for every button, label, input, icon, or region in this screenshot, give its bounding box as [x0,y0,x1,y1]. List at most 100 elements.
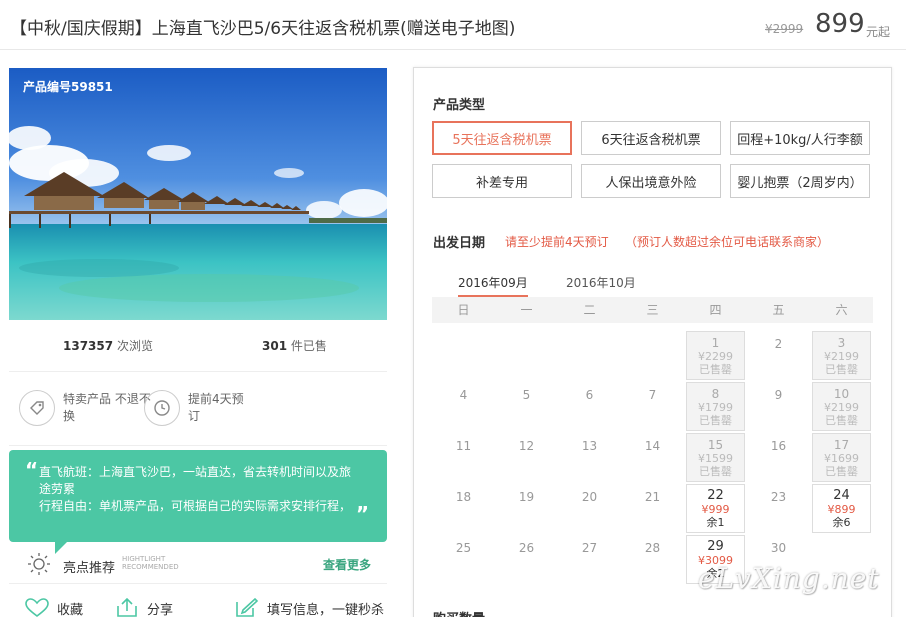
calendar-day-number: 9 [774,388,783,402]
weekday-wed: 三 [646,303,659,317]
calendar-day-number: 25 [455,541,472,555]
page-title: 【中秋/国庆假期】上海直飞沙巴5/6天往返含税机票(赠送电子地图) [10,19,516,39]
favorite-button[interactable]: 收藏 [25,598,83,617]
calendar-day-price: ¥1699 [824,452,859,465]
calendar-day-status: 余6 [832,516,851,529]
calendar-day-17: 17 ¥1699 已售罄 [812,433,871,482]
calendar-day-status: 已售罄 [699,363,732,376]
product-photo[interactable]: 产品编号59851 [9,68,387,320]
fill-info-button[interactable]: 填写信息，一键秒杀 [235,598,384,617]
product-stats: 137357 次浏览 301 件已售 [9,320,387,372]
calendar-day-number: 26 [518,541,535,555]
type-option-price-diff[interactable]: 补差专用 [432,164,572,198]
type-option-5day[interactable]: 5天往返含税机票 [432,121,572,155]
calendar-grid: 1 ¥2299 已售罄 2 3 ¥2199 已售罄 4 5 6 7 8 ¥1799 已售罄 9 10 ¥2199… [432,331,873,586]
calendar-day-11: 11 [432,433,495,484]
product-features: 特卖产品 不退不换 提前4天预订 [9,372,387,446]
booking-panel: 产品类型 5天往返含税机票 6天往返含税机票 回程+10kg/人行李额 补差专用… [413,67,892,617]
share-icon [117,598,137,617]
calendar-day-price: ¥1599 [698,452,733,465]
type-option-insurance[interactable]: 人保出境意外险 [581,164,721,198]
original-price: ¥2999 [765,22,804,36]
calendar-day-price: ¥999 [701,503,730,516]
product-type-label: 产品类型 [433,98,486,113]
calendar-day-10: 10 ¥2199 已售罄 [812,382,871,431]
share-button[interactable]: 分享 [115,598,173,617]
calendar-day-13: 13 [558,433,621,484]
close-quote-icon: ” [355,502,369,526]
product-type-options: 5天往返含税机票 6天往返含税机票 回程+10kg/人行李额 补差专用 人保出境… [432,121,872,198]
calendar-day-22[interactable]: 22 ¥999 余1 [686,484,745,533]
weekday-sat: 六 [835,303,848,317]
calendar-day-3: 3 ¥2199 已售罄 [812,331,871,380]
calendar-day-price: ¥1799 [698,401,733,414]
tag-icon [19,390,55,426]
price-unit: 元起 [866,25,891,39]
type-option-infant[interactable]: 婴儿抱票（2周岁内） [730,164,870,198]
highlight-en-line-2: RECOMMENDED [122,563,179,571]
action-row: 收藏 分享 填写信息，一键秒杀 [9,584,387,617]
feature-special-offer-text: 特卖产品 不退不换 [63,392,151,423]
calendar-blank-cell [432,331,495,382]
calendar-day-number: 16 [770,439,787,453]
calendar-day-number: 28 [644,541,661,555]
calendar-blank-cell [621,331,684,382]
highlight-box: “ 直飞航班：上海直飞沙巴，一站直达，省去转机时间以及旅 途劳累 行程自由：单机… [9,450,387,554]
calendar-day-status: 已售罄 [825,363,858,376]
calendar-day-5: 5 [495,382,558,433]
calendar-day-number: 29 [707,539,724,554]
calendar-day-26: 26 [495,535,558,586]
share-label: 分享 [147,602,174,617]
calendar-day-15: 15 ¥1599 已售罄 [686,433,745,482]
weekday-header: 日 一 二 三 四 五 六 [432,297,873,323]
type-option-6day[interactable]: 6天往返含税机票 [581,121,721,155]
highlight-title: 亮点推荐 [63,561,116,576]
calendar-day-status: 已售罄 [699,414,732,427]
view-more-link[interactable]: 查看更多 [323,556,371,573]
calendar-day-number: 12 [518,439,535,453]
contact-merchant-tip: （预订人数超过余位可电话联系商家） [625,235,830,249]
tab-month-september[interactable]: 2016年09月 [458,274,528,297]
calendar-day-19: 19 [495,484,558,535]
weekday-mon: 一 [520,303,533,317]
calendar-day-number: 6 [585,388,594,402]
calendar-day-4: 4 [432,382,495,433]
feature-advance-booking: 提前4天预订 [144,390,250,426]
calendar-day-6: 6 [558,382,621,433]
calendar-day-price: ¥899 [827,503,856,516]
calendar-day-number: 3 [837,336,846,350]
calendar-day-status: 余1 [706,516,725,529]
view-count-value: 137357 [63,339,114,353]
departure-date-row: 出发日期 请至少提前4天预订 （预订人数超过余位可电话联系商家） [433,232,873,252]
calendar-day-number: 13 [581,439,598,453]
heart-icon [25,598,49,617]
tab-month-october[interactable]: 2016年10月 [566,274,636,295]
current-price: 899 [815,9,865,39]
calendar-day-status: 已售罄 [699,465,732,478]
highlight-line-1b: 途劳累 [39,482,76,496]
product-code: 产品编号59851 [23,80,113,94]
sold-count: 301 件已售 [262,337,327,354]
sold-count-label: 件已售 [290,339,327,353]
calendar-blank-cell [558,331,621,382]
calendar-day-number: 18 [455,490,472,504]
calendar-day-8: 8 ¥1799 已售罄 [686,382,745,431]
calendar-day-7: 7 [621,382,684,433]
calendar-day-2: 2 [747,331,810,382]
calendar-day-number: 8 [711,387,720,401]
calendar-day-number: 7 [648,388,657,402]
highlight-line-1: 直飞航班：上海直飞沙巴，一站直达，省去转机时间以及旅 [39,465,352,479]
sun-icon [28,553,50,575]
calendar-day-27: 27 [558,535,621,586]
favorite-label: 收藏 [57,602,84,617]
departure-date-label: 出发日期 [433,236,486,251]
weekday-thu: 四 [709,303,722,317]
type-option-luggage[interactable]: 回程+10kg/人行李额 [730,121,870,155]
quantity-label: 购买数量 [433,608,485,617]
calendar-day-number: 2 [774,337,783,351]
calendar-day-price: ¥2199 [824,350,859,363]
title-bar: 【中秋/国庆假期】上海直飞沙巴5/6天往返含税机票(赠送电子地图) ¥2999 … [0,0,906,50]
calendar-day-number: 15 [707,438,724,452]
calendar-day-24[interactable]: 24 ¥899 余6 [812,484,871,533]
resort-photo-image [9,68,387,320]
